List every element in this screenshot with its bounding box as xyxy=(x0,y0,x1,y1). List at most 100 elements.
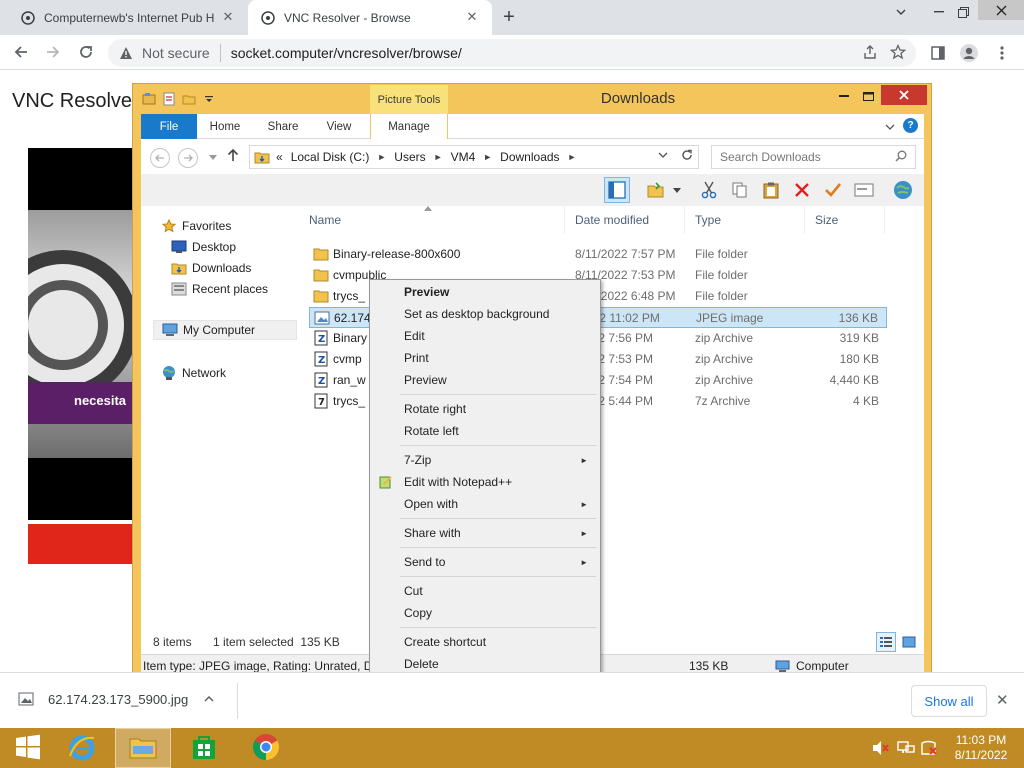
recent-locations-icon[interactable] xyxy=(209,152,217,162)
tab-vnc-resolver[interactable]: VNC Resolver - Browse ✕ xyxy=(248,0,492,35)
nav-desktop[interactable]: Desktop xyxy=(171,237,236,257)
help-icon[interactable]: ? xyxy=(903,118,918,133)
menu-item-print[interactable]: Print xyxy=(372,347,598,369)
chevron-up-icon[interactable] xyxy=(204,691,214,705)
profile-avatar-icon[interactable] xyxy=(959,43,979,63)
column-header-name[interactable]: Name xyxy=(299,206,565,234)
forward-icon[interactable] xyxy=(42,41,64,63)
network-status-icon[interactable] xyxy=(897,740,915,756)
vnc-screenshot[interactable]: necesita xyxy=(28,148,132,520)
download-item[interactable]: 62.174.23.173_5900.jpg xyxy=(18,691,188,707)
new-tab-button[interactable]: + xyxy=(498,6,520,28)
column-header-type[interactable]: Type xyxy=(685,206,805,234)
cut-icon[interactable] xyxy=(696,177,722,203)
preview-pane-icon[interactable] xyxy=(604,177,630,203)
large-icons-view-icon[interactable] xyxy=(899,632,919,652)
menu-item-send-to[interactable]: Send to ► xyxy=(372,551,598,573)
tab-home[interactable]: Home xyxy=(197,114,253,139)
menu-item-set-as-desktop-background[interactable]: Set as desktop background xyxy=(372,303,598,325)
restore-icon[interactable] xyxy=(948,0,978,24)
security-label[interactable]: Not secure xyxy=(142,45,210,61)
properties-icon[interactable] xyxy=(851,177,877,203)
back-icon[interactable] xyxy=(10,41,32,63)
close-tab-icon[interactable]: ✕ xyxy=(220,9,236,25)
tab-search-icon[interactable] xyxy=(886,0,916,24)
taskbar-internet-explorer[interactable] xyxy=(54,728,110,768)
menu-item-edit-with-notepad[interactable]: Edit with Notepad++ xyxy=(372,471,598,493)
column-header-date[interactable]: Date modified xyxy=(565,206,685,234)
nav-my-computer[interactable]: My Computer xyxy=(153,320,297,340)
close-window-icon[interactable] xyxy=(881,85,927,105)
reload-icon[interactable] xyxy=(75,41,97,63)
menu-item-preview[interactable]: Preview xyxy=(372,369,598,391)
close-window-icon[interactable] xyxy=(978,0,1024,20)
file-row[interactable]: Binary-release-800x600 8/11/2022 7:57 PM F… xyxy=(309,244,887,265)
side-panel-icon[interactable] xyxy=(928,43,948,63)
search-input[interactable]: Search Downloads xyxy=(711,145,916,169)
menu-item-preview[interactable]: Preview xyxy=(372,281,598,303)
network-globe-icon[interactable] xyxy=(890,177,916,203)
copy-icon[interactable] xyxy=(727,177,753,203)
menu-item-create-shortcut[interactable]: Create shortcut xyxy=(372,631,598,653)
back-icon[interactable] xyxy=(150,148,170,168)
rename-check-icon[interactable] xyxy=(820,177,846,203)
nav-favorites[interactable]: Favorites xyxy=(161,216,231,236)
explorer-titlebar[interactable]: Picture Tools Downloads xyxy=(133,84,931,114)
taskbar-file-explorer[interactable] xyxy=(115,728,171,768)
volume-muted-icon[interactable] xyxy=(872,740,890,756)
expand-ribbon-icon[interactable] xyxy=(885,119,895,133)
open-folder-icon[interactable] xyxy=(644,177,670,203)
search-icon[interactable] xyxy=(895,150,907,165)
chevron-down-icon[interactable] xyxy=(658,150,668,160)
explorer-address-bar[interactable]: « Local Disk (C:) ► Users ► VM4 ► Downlo… xyxy=(249,145,699,169)
menu-item-copy[interactable]: Copy xyxy=(372,602,598,624)
start-button[interactable] xyxy=(0,728,56,768)
nav-downloads[interactable]: Downloads xyxy=(171,258,251,278)
breadcrumb-vm4[interactable]: VM4 xyxy=(451,150,476,164)
tab-share[interactable]: Share xyxy=(255,114,311,139)
share-icon[interactable] xyxy=(862,44,878,63)
breadcrumb-users[interactable]: Users xyxy=(394,150,425,164)
menu-item-share-with[interactable]: Share with ► xyxy=(372,522,598,544)
taskbar-store[interactable] xyxy=(176,728,232,768)
close-downloads-bar-icon[interactable]: ✕ xyxy=(996,691,1009,709)
nav-recent-places[interactable]: Recent places xyxy=(171,279,268,299)
breadcrumb-local-disk[interactable]: Local Disk (C:) xyxy=(291,150,370,164)
menu-item-rotate-right[interactable]: Rotate right xyxy=(372,398,598,420)
column-header-size[interactable]: Size xyxy=(805,206,885,234)
chevron-right-icon[interactable]: ► xyxy=(377,152,386,162)
forward-icon[interactable] xyxy=(178,148,198,168)
chevron-right-icon[interactable]: ► xyxy=(434,152,443,162)
details-view-icon[interactable] xyxy=(876,632,896,652)
menu-item-7-zip[interactable]: 7-Zip ► xyxy=(372,449,598,471)
tab-manage[interactable]: Manage xyxy=(370,114,448,139)
menu-item-open-with[interactable]: Open with ► xyxy=(372,493,598,515)
system-clock[interactable]: 11:03 PM 8/11/2022 xyxy=(944,733,1018,763)
show-all-button[interactable]: Show all xyxy=(911,685,987,717)
taskbar-chrome[interactable] xyxy=(238,728,294,768)
chevron-right-icon[interactable]: ► xyxy=(568,152,577,162)
delete-icon[interactable] xyxy=(789,177,815,203)
url-text[interactable]: socket.computer/vncresolver/browse/ xyxy=(231,45,462,61)
breadcrumb-overflow[interactable]: « xyxy=(276,150,283,164)
menu-item-cut[interactable]: Cut xyxy=(372,580,598,602)
tab-file[interactable]: File xyxy=(141,114,197,139)
close-tab-icon[interactable]: ✕ xyxy=(464,9,480,25)
more-menu-icon[interactable] xyxy=(992,43,1012,63)
tab-view[interactable]: View xyxy=(311,114,367,139)
breadcrumb-downloads[interactable]: Downloads xyxy=(500,150,559,164)
refresh-icon[interactable] xyxy=(681,149,693,164)
up-arrow-icon[interactable] xyxy=(227,148,239,166)
bookmark-star-icon[interactable] xyxy=(889,43,907,63)
chevron-right-icon[interactable]: ► xyxy=(483,152,492,162)
paste-icon[interactable] xyxy=(758,177,784,203)
maximize-icon[interactable] xyxy=(857,86,879,106)
warning-icon[interactable] xyxy=(118,45,134,61)
address-bar[interactable]: Not secure socket.computer/vncresolver/b… xyxy=(108,39,916,67)
menu-item-rotate-left[interactable]: Rotate left xyxy=(372,420,598,442)
minimize-icon[interactable] xyxy=(833,86,855,106)
nav-network[interactable]: Network xyxy=(161,363,226,383)
chevron-down-icon[interactable] xyxy=(671,177,683,203)
menu-item-edit[interactable]: Edit xyxy=(372,325,598,347)
action-center-icon[interactable] xyxy=(920,740,938,756)
